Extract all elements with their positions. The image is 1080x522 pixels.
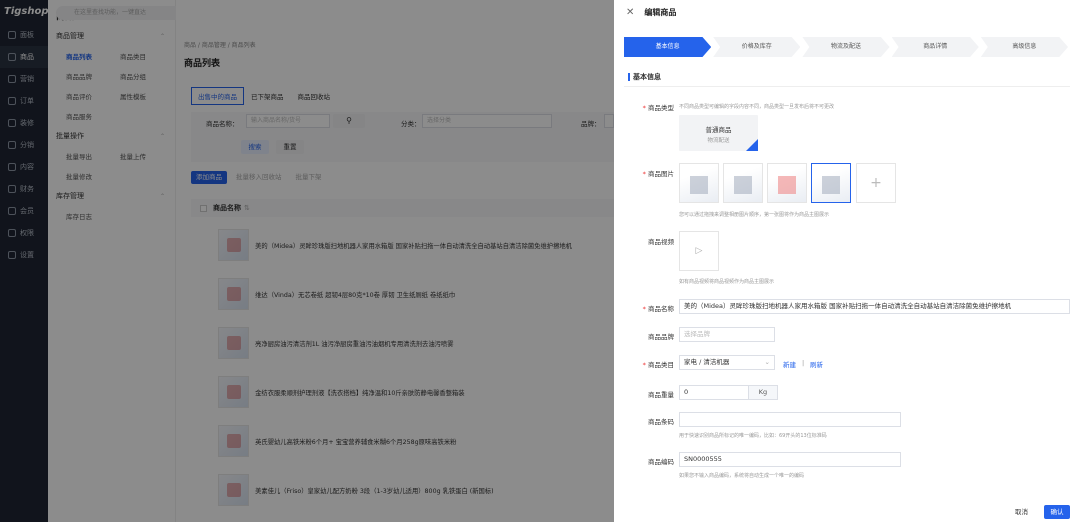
modal-overlay[interactable]	[0, 0, 614, 522]
barcode-hint: 用于快速识别商品所标记的唯一编码，比如：69开头的13位标准码	[679, 433, 827, 439]
barcode-field[interactable]	[679, 412, 901, 427]
chevron-down-icon: ⌄	[764, 358, 770, 366]
type-label: 商品类型	[634, 102, 674, 112]
category-select-field[interactable]: 家电 / 清洁机器 ⌄	[679, 355, 775, 370]
step-bar: 基本信息 价格及库存 物流及配送 商品详情 高级信息	[624, 37, 1070, 57]
add-image-button[interactable]: +	[856, 163, 896, 203]
step-basic[interactable]: 基本信息	[624, 37, 712, 57]
brand-label: 商品品牌	[648, 333, 674, 341]
product-type-card[interactable]: 普通商品 物流配送	[679, 115, 758, 151]
sn-label: 商品编码	[648, 458, 674, 466]
category-label: 商品类目	[634, 359, 674, 369]
video-hint: 如有商品视频将商品视频作为商品主图展示	[679, 279, 775, 285]
confirm-button[interactable]: 确认	[1044, 505, 1070, 519]
refresh-category-link[interactable]: 刷新	[810, 359, 823, 369]
barcode-label: 商品条码	[648, 418, 674, 426]
drawer-header: ✕ 编辑商品	[614, 0, 1080, 24]
new-category-link[interactable]: 新建	[783, 359, 796, 369]
section-title: 基本信息	[628, 73, 661, 81]
weight-field[interactable]: 0	[679, 385, 749, 400]
sn-hint: 如果您不输入商品编码，系统将自动生成一个唯一的编码	[679, 473, 805, 479]
edit-product-drawer: ✕ 编辑商品 基本信息 价格及库存 物流及配送 商品详情 高级信息 基本信息 商…	[614, 0, 1080, 522]
brand-select-field[interactable]: 选择品牌	[679, 327, 775, 342]
video-upload-icon[interactable]: ▷	[679, 231, 719, 271]
sn-field[interactable]: SN0000555	[679, 452, 901, 467]
product-name-field[interactable]: 美的（Midea）灵眸珍珠版扫地机器人家用水箱版 国家补贴扫拖一体自动清洗全自动…	[679, 299, 1070, 314]
video-label: 商品视频	[648, 238, 674, 246]
step-detail[interactable]: 商品详情	[891, 37, 979, 57]
close-icon[interactable]: ✕	[626, 7, 634, 18]
cancel-button[interactable]: 取消	[1010, 505, 1033, 519]
name-label: 商品名称	[634, 303, 674, 313]
step-logistics[interactable]: 物流及配送	[802, 37, 890, 57]
product-image-4[interactable]	[811, 163, 851, 203]
product-image-1[interactable]	[679, 163, 719, 203]
product-image-2[interactable]	[723, 163, 763, 203]
weight-label: 商品重量	[648, 391, 674, 399]
type-hint: 不同商品类型可编辑的字段内容不同，商品类型一旦发布后将不可更改	[679, 104, 835, 110]
drawer-footer: 取消 确认	[614, 501, 1080, 522]
app-root: Tigshop 面板商品营销订单装修分销内容财务会员权限设置 商品 商品管理⌃商…	[0, 0, 1080, 522]
divider	[624, 86, 1070, 87]
weight-unit: Kg	[748, 385, 778, 400]
link-separator: |	[802, 359, 805, 367]
check-corner-icon	[746, 139, 758, 151]
step-advanced[interactable]: 高级信息	[980, 37, 1069, 57]
step-price[interactable]: 价格及库存	[713, 37, 801, 57]
images-label: 商品图片	[634, 168, 674, 178]
category-value: 家电 / 清洁机器	[684, 358, 730, 366]
type-card-title: 普通商品	[705, 126, 732, 134]
images-hint: 您可以通过拖拽来调整相册图片顺序，第一张图将作为商品主图展示	[679, 212, 830, 218]
drawer-title: 编辑商品	[644, 7, 677, 17]
product-image-3[interactable]	[767, 163, 807, 203]
